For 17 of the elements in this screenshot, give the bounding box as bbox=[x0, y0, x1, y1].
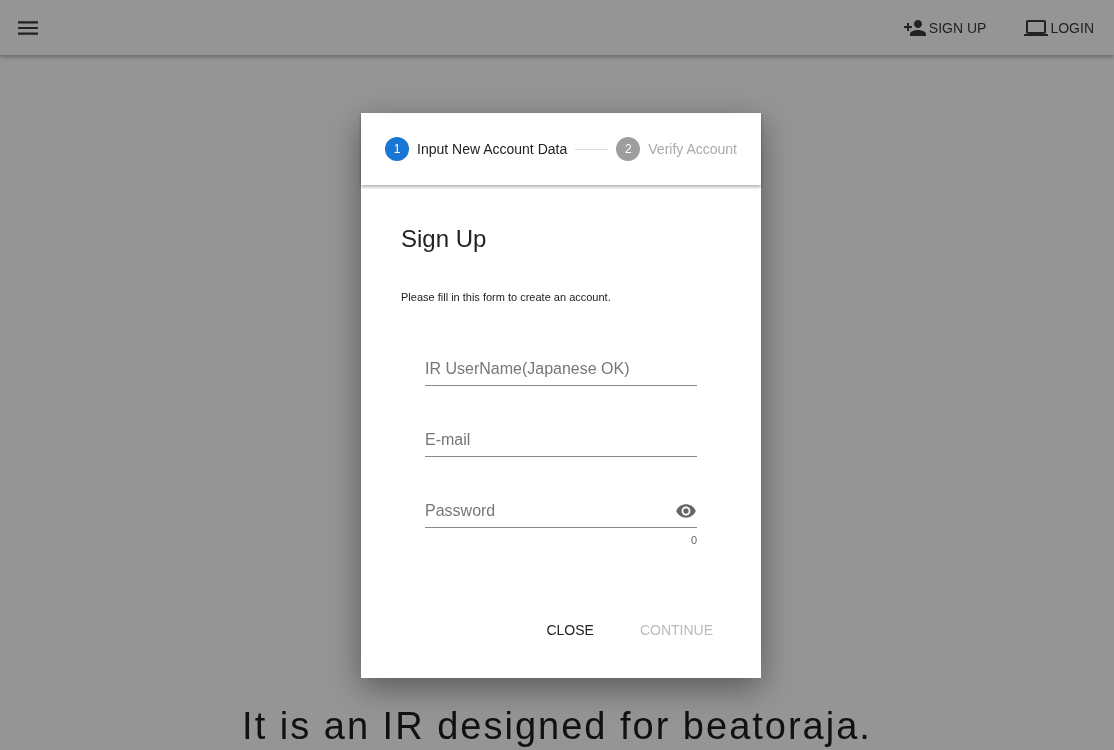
dialog-button[interactable]: CLOSE bbox=[530, 614, 610, 646]
step-label: Input New Account Data bbox=[417, 141, 568, 157]
tagline: It is an IR designed for beatoraja. bbox=[242, 705, 872, 748]
step-number: 2 bbox=[616, 137, 641, 161]
character-counter: 0 bbox=[690, 534, 697, 546]
step-label: Verify Account bbox=[648, 141, 737, 157]
add-person-icon bbox=[902, 18, 927, 37]
input-field[interactable]: E-mail bbox=[425, 431, 697, 449]
sign-up-button[interactable]: SIGN UP bbox=[898, 12, 991, 43]
eye-icon[interactable] bbox=[675, 503, 697, 519]
password-field[interactable]: Password bbox=[425, 502, 675, 520]
step-number: 1 bbox=[385, 137, 409, 161]
form-description: Please fill in this form to create an account. bbox=[401, 291, 612, 303]
dialog-title: Sign Up bbox=[401, 225, 488, 253]
input-field[interactable]: IR UserName(Japanese OK) bbox=[425, 360, 697, 378]
login-button[interactable]: LOGIN bbox=[1020, 12, 1098, 43]
laptop-icon bbox=[1024, 18, 1049, 37]
